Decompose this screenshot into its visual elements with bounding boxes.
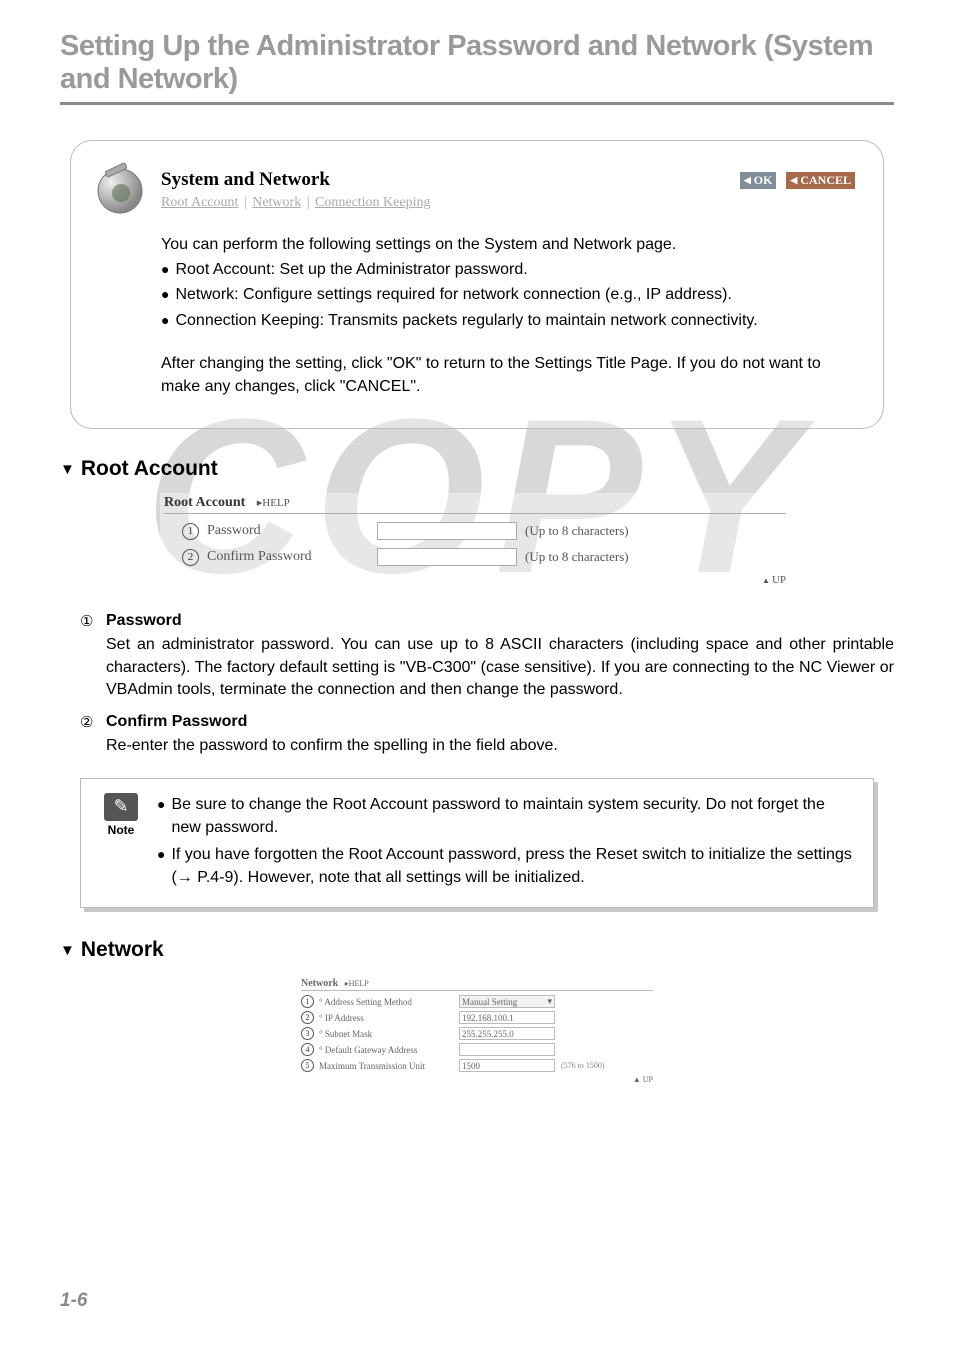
ra-help-link[interactable]: ▸HELP xyxy=(257,497,290,509)
net-input[interactable]: 192.168.100.1 xyxy=(459,1011,555,1024)
net-hint: (576 to 1500) xyxy=(561,1061,605,1070)
desc-title-confirm: Confirm Password xyxy=(106,713,894,731)
bullet-icon: ● xyxy=(161,258,169,281)
net-row: 3 ° Subnet Mask255.255.255.0 xyxy=(301,1027,653,1040)
panel-breadcrumb: Root Account | Network | Connection Keep… xyxy=(161,195,855,211)
circled-num-icon: 3 xyxy=(301,1027,314,1040)
net-row: 5 Maximum Transmission Unit1500 (576 to 15… xyxy=(301,1059,653,1072)
ra-confirm-field[interactable] xyxy=(377,548,517,566)
desc-text-confirm: Re-enter the password to confirm the spe… xyxy=(106,735,894,757)
cancel-arrow-icon: ◀ xyxy=(790,175,797,186)
circled-num-icon: 4 xyxy=(301,1043,314,1056)
ok-arrow-icon: ◀ xyxy=(744,175,751,186)
page-number: 1-6 xyxy=(60,1290,87,1312)
panel-intro: You can perform the following settings o… xyxy=(161,233,855,256)
net-field-label: ° IP Address xyxy=(319,1013,459,1023)
panel-after: After changing the setting, click "OK" t… xyxy=(161,352,855,398)
bullet-icon: ● xyxy=(161,283,169,306)
link-network[interactable]: Network xyxy=(252,195,301,210)
intro-panel: System and Network ◀OK ◀CANCEL Root Acco… xyxy=(70,140,884,429)
circled-2-icon: 2 xyxy=(182,549,199,566)
panel-bullet-2: Network: Configure settings required for… xyxy=(175,283,731,306)
section-network: ▼ Network xyxy=(60,938,894,962)
triangle-icon: ▼ xyxy=(60,461,75,478)
panel-bullet-3: Connection Keeping: Transmits packets re… xyxy=(175,309,757,332)
panel-title: System and Network xyxy=(161,169,330,191)
ok-button[interactable]: ◀OK xyxy=(740,172,777,189)
desc-num-1: ① xyxy=(80,612,106,701)
desc-title-password: Password xyxy=(106,612,894,630)
bullet-icon: ● xyxy=(157,843,165,889)
net-field-label: Maximum Transmission Unit xyxy=(319,1061,459,1071)
note-icon: ✎ xyxy=(104,793,138,821)
ra-confirm-hint: (Up to 8 characters) xyxy=(525,549,629,565)
net-input[interactable]: 255.255.255.0 xyxy=(459,1027,555,1040)
bullet-icon: ● xyxy=(157,793,165,839)
net-input[interactable]: 1500 xyxy=(459,1059,555,1072)
panel-bullet-1: Root Account: Set up the Administrator p… xyxy=(175,258,527,281)
net-row: 1 ° Address Setting MethodManual Setting▾ xyxy=(301,995,653,1008)
net-help-link[interactable]: ▸HELP xyxy=(345,979,369,988)
note-label: Note xyxy=(99,823,143,837)
triangle-icon: ▼ xyxy=(60,942,75,959)
net-field-label: ° Subnet Mask xyxy=(319,1029,459,1039)
desc-num-2: ② xyxy=(80,713,106,757)
link-connection-keeping[interactable]: Connection Keeping xyxy=(315,195,430,210)
circled-1-icon: 1 xyxy=(182,523,199,540)
up-triangle-icon: ▲ xyxy=(762,576,770,585)
ra-up-link[interactable]: UP xyxy=(772,574,786,586)
link-root-account[interactable]: Root Account xyxy=(161,195,238,210)
root-account-screenshot: Root Account ▸HELP 1 Password (Up to 8 c… xyxy=(160,493,790,588)
network-screenshot: Network ▸HELP 1° Address Setting MethodM… xyxy=(297,974,657,1088)
net-row: 4 ° Default Gateway Address xyxy=(301,1043,653,1056)
ra-password-field[interactable] xyxy=(377,522,517,540)
net-title: Network xyxy=(301,978,338,989)
note-box: ✎ Note ●Be sure to change the Root Accou… xyxy=(80,778,874,909)
note-text-1: Be sure to change the Root Account passw… xyxy=(171,793,855,839)
up-triangle-icon: ▲ xyxy=(633,1075,641,1084)
circled-num-icon: 5 xyxy=(301,1059,314,1072)
cancel-button[interactable]: ◀CANCEL xyxy=(786,172,855,189)
section-root-account: ▼ Root Account xyxy=(60,457,894,481)
settings-icon xyxy=(93,161,147,215)
title-rule xyxy=(60,102,894,105)
net-input[interactable] xyxy=(459,1043,555,1056)
desc-text-password: Set an administrator password. You can u… xyxy=(106,634,894,701)
circled-num-icon: 1 xyxy=(301,995,314,1008)
ra-password-hint: (Up to 8 characters) xyxy=(525,523,629,539)
ra-password-label: Password xyxy=(207,523,377,539)
net-field-label: ° Default Gateway Address xyxy=(319,1045,459,1055)
net-field-label: ° Address Setting Method xyxy=(319,997,459,1007)
net-up-link[interactable]: UP xyxy=(643,1075,653,1084)
ra-title: Root Account xyxy=(164,495,245,510)
page-title: Setting Up the Administrator Password an… xyxy=(60,30,894,96)
note-text-2: If you have forgotten the Root Account p… xyxy=(171,843,855,889)
circled-num-icon: 2 xyxy=(301,1011,314,1024)
bullet-icon: ● xyxy=(161,309,169,332)
ra-confirm-label: Confirm Password xyxy=(207,549,377,565)
net-row: 2 ° IP Address192.168.100.1 xyxy=(301,1011,653,1024)
net-select[interactable]: Manual Setting▾ xyxy=(459,995,555,1008)
